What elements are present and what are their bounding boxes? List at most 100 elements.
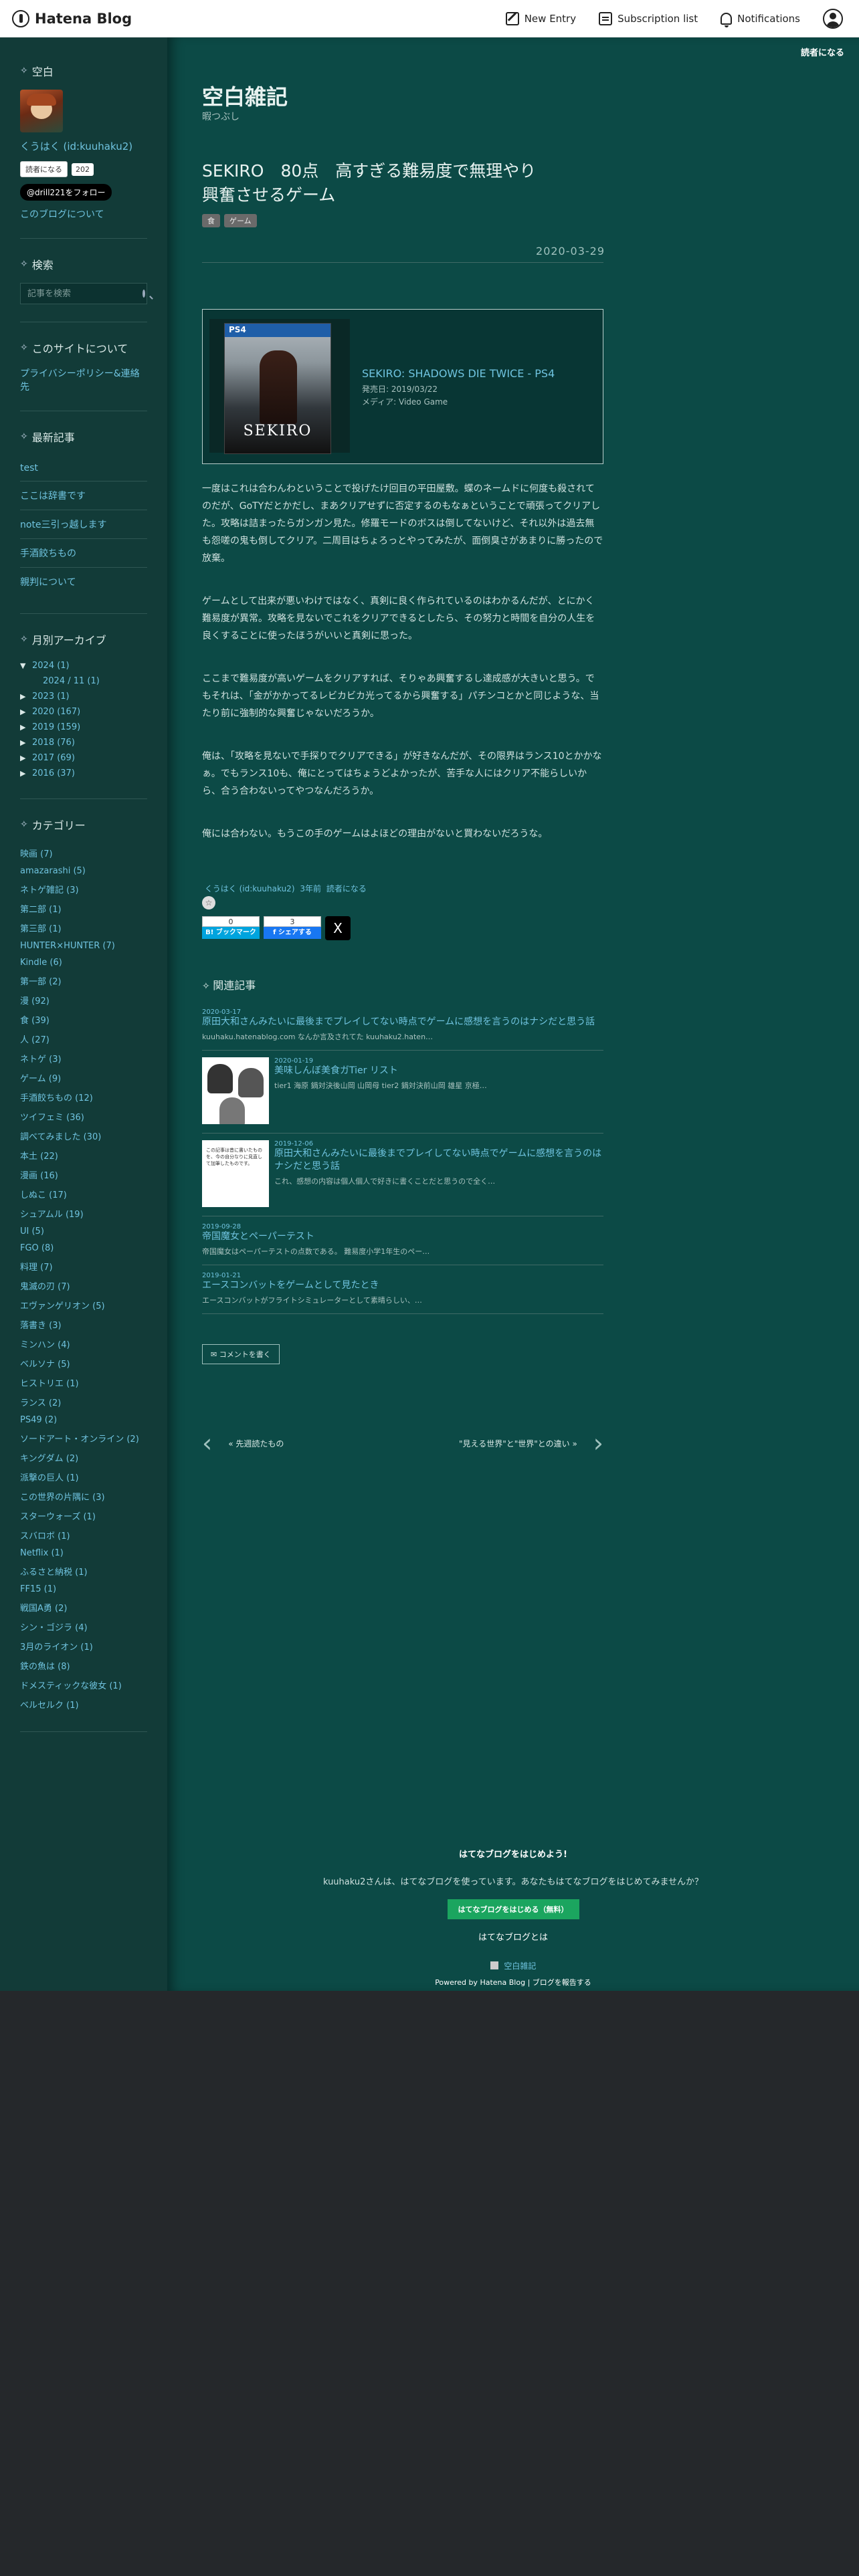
add-star-icon[interactable]: ☆ xyxy=(202,896,215,909)
category-link[interactable]: 手酒餃ちもの (12) xyxy=(20,1087,147,1107)
category-link[interactable]: スターウォーズ (1) xyxy=(20,1506,147,1525)
category-link[interactable]: 落書き (3) xyxy=(20,1315,147,1334)
category-link[interactable]: ゲーム (9) xyxy=(20,1068,147,1087)
category-link[interactable]: シュアムル (19) xyxy=(20,1204,147,1223)
author-link[interactable]: くうはく (id:kuuhaku2) xyxy=(205,884,295,893)
recent-item[interactable]: note三引っ越します xyxy=(20,510,147,539)
category-tag[interactable]: 食 xyxy=(202,214,220,227)
category-link[interactable]: 鉄の魚は (8) xyxy=(20,1656,147,1675)
category-link[interactable]: 第一部 (2) xyxy=(20,971,147,990)
related-date[interactable]: 2020-01-19 xyxy=(274,1057,603,1065)
facebook-button[interactable]: f シェアする xyxy=(264,927,321,939)
new-entry-button[interactable]: New Entry xyxy=(505,11,576,25)
report-blog-link[interactable]: ブログを報告する xyxy=(533,1978,591,1987)
category-link[interactable]: ソードアート・オンライン (2) xyxy=(20,1428,147,1448)
category-link[interactable]: 第二部 (1) xyxy=(20,899,147,918)
category-link[interactable]: 鬼滅の刃 (7) xyxy=(20,1276,147,1295)
category-link[interactable]: Kindle (6) xyxy=(20,954,147,971)
pager-next[interactable]: "見える世界"と"世界"との違い » › xyxy=(459,1430,603,1456)
hatena-blog-link[interactable]: Hatena Blog xyxy=(480,1978,525,1987)
expand-arrow-icon[interactable]: ▶ xyxy=(20,754,29,762)
related-date[interactable]: 2019-12-06 xyxy=(274,1140,603,1148)
search-input[interactable] xyxy=(26,288,142,300)
next-entry-link[interactable]: "見える世界"と"世界"との違い » xyxy=(459,1438,577,1449)
category-link[interactable]: FGO (8) xyxy=(20,1240,147,1257)
category-link[interactable]: 料理 (7) xyxy=(20,1257,147,1276)
recent-item[interactable]: test xyxy=(20,455,147,481)
category-link[interactable]: ミンハン (4) xyxy=(20,1334,147,1354)
collapse-arrow-icon[interactable]: ▼ xyxy=(20,661,29,670)
category-link[interactable]: キングダム (2) xyxy=(20,1448,147,1467)
expand-arrow-icon[interactable]: ▶ xyxy=(20,769,29,778)
category-link[interactable]: Netflix (1) xyxy=(20,1545,147,1562)
related-link[interactable]: 美味しんぼ美食ガTier リスト xyxy=(274,1065,603,1077)
subscribe-button[interactable]: 読者になる xyxy=(20,161,68,177)
related-link[interactable]: 帝国魔女とペーパーテスト xyxy=(202,1230,603,1243)
reader-mode-button[interactable]: 読者になる xyxy=(801,45,844,58)
category-link[interactable]: ベルソナ (5) xyxy=(20,1354,147,1373)
category-link[interactable]: 3月のライオン (1) xyxy=(20,1636,147,1656)
category-link[interactable]: ネトゲ (3) xyxy=(20,1049,147,1068)
category-link[interactable]: ドメスティックな彼女 (1) xyxy=(20,1675,147,1695)
category-link[interactable]: ツイフェミ (36) xyxy=(20,1107,147,1126)
archive-link[interactable]: 2023 (1) xyxy=(32,691,70,702)
category-link[interactable]: 本土 (22) xyxy=(20,1146,147,1165)
category-tag[interactable]: ゲーム xyxy=(224,214,257,227)
hatebu-share[interactable]: 0 B! ブックマーク xyxy=(202,916,260,940)
author-time-link[interactable]: 3年前 xyxy=(300,884,321,893)
recent-item[interactable]: 親判について xyxy=(20,568,147,596)
blog-title[interactable]: 空白雑記 xyxy=(202,80,288,111)
related-thumbnail[interactable]: この記事は昔に書いたものを、今の自分なりに見直して加筆したものです。 xyxy=(202,1140,269,1207)
recent-item[interactable]: 手酒餃ちもの xyxy=(20,539,147,568)
x-share-icon[interactable]: X xyxy=(325,916,351,940)
related-thumbnail[interactable] xyxy=(202,1057,269,1124)
category-link[interactable]: エヴァンゲリオン (5) xyxy=(20,1295,147,1315)
pager-prev[interactable]: ‹ « 先週読たもの xyxy=(202,1430,284,1456)
archive-link[interactable]: 2024 (1) xyxy=(32,661,70,671)
category-link[interactable]: スバロボ (1) xyxy=(20,1525,147,1545)
archive-link[interactable]: 2020 (167) xyxy=(32,707,80,717)
category-link[interactable]: 戦国A勇 (2) xyxy=(20,1598,147,1617)
recent-item[interactable]: ここは辞書です xyxy=(20,481,147,510)
expand-arrow-icon[interactable]: ▶ xyxy=(20,692,29,701)
related-date[interactable]: 2019-01-21 xyxy=(202,1272,603,1279)
category-link[interactable]: HUNTER×HUNTER (7) xyxy=(20,938,147,954)
hatebu-button[interactable]: B! ブックマーク xyxy=(202,927,260,939)
category-link[interactable]: ヒストリエ (1) xyxy=(20,1373,147,1392)
search-icon[interactable] xyxy=(142,290,145,298)
category-link[interactable]: この世界の片隅に (3) xyxy=(20,1487,147,1506)
product-name-link[interactable]: SEKIRO: SHADOWS DIE TWICE - PS4 xyxy=(362,367,555,380)
category-link[interactable]: 映画 (7) xyxy=(20,843,147,863)
about-hatena-blog-link[interactable]: はてなブログとは xyxy=(167,1930,859,1943)
category-link[interactable]: 第三部 (1) xyxy=(20,918,147,938)
write-comment-button[interactable]: コメントを書く xyxy=(202,1344,280,1364)
expand-arrow-icon[interactable]: ▶ xyxy=(20,738,29,747)
category-link[interactable]: 漫 (92) xyxy=(20,990,147,1010)
about-blog-link[interactable]: このブログについて xyxy=(20,207,147,221)
expand-arrow-icon[interactable]: ▶ xyxy=(20,708,29,716)
entry-date[interactable]: 2020-03-29 xyxy=(536,245,605,257)
product-image[interactable]: PS4 SEKIRO xyxy=(209,319,350,454)
prev-entry-link[interactable]: « 先週読たもの xyxy=(228,1438,284,1449)
archive-link[interactable]: 2019 (159) xyxy=(32,722,80,732)
hatena-blog-logo[interactable]: Hatena Blog xyxy=(12,9,132,27)
archive-link[interactable]: 2018 (76) xyxy=(32,738,75,748)
category-link[interactable]: 調べてみました (30) xyxy=(20,1126,147,1146)
category-link[interactable]: amazarashi (5) xyxy=(20,863,147,879)
profile-name-link[interactable]: くうはく (id:kuuhaku2) xyxy=(20,139,147,153)
facebook-share[interactable]: 3 f シェアする xyxy=(264,916,321,940)
category-link[interactable]: UI (5) xyxy=(20,1223,147,1240)
category-link[interactable]: ランス (2) xyxy=(20,1392,147,1412)
category-link[interactable]: 派撃の巨人 (1) xyxy=(20,1467,147,1487)
subscribe-link[interactable]: 読者になる xyxy=(326,884,367,893)
subscription-list-button[interactable]: Subscription list xyxy=(599,11,698,25)
category-link[interactable]: ベルセルク (1) xyxy=(20,1695,147,1714)
category-link[interactable]: 食 (39) xyxy=(20,1010,147,1029)
archive-link[interactable]: 2016 (37) xyxy=(32,768,75,778)
archive-link[interactable]: 2024 / 11 (1) xyxy=(43,676,100,686)
category-link[interactable]: PS49 (2) xyxy=(20,1412,147,1428)
category-link[interactable]: しぬこ (17) xyxy=(20,1184,147,1204)
category-link[interactable]: FF15 (1) xyxy=(20,1581,147,1598)
archive-link[interactable]: 2017 (69) xyxy=(32,753,75,763)
user-avatar-icon[interactable] xyxy=(823,8,843,29)
